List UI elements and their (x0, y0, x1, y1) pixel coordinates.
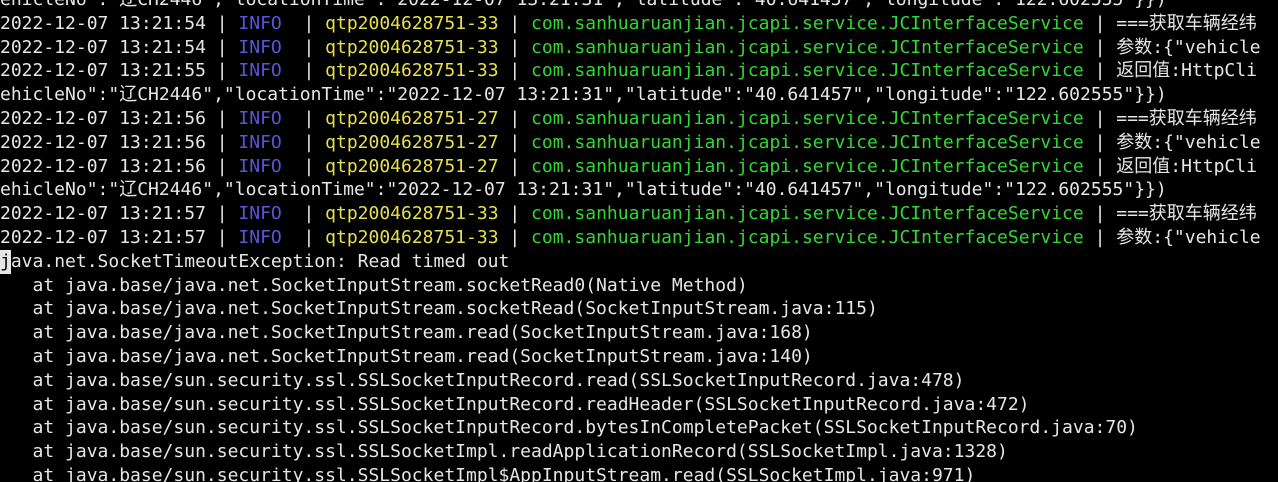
terminal-cursor: j (0, 249, 11, 274)
log-message: ===获取车辆经纬 (1116, 12, 1257, 34)
log-logger: com.sanhuaruanjian.jcapi.service.JCInter… (531, 60, 1084, 82)
stack-frame: at java.base/java.net.SocketInputStream.… (0, 322, 813, 344)
stack-frame: at java.base/sun.security.ssl.SSLSocketI… (0, 464, 976, 482)
log-logger: com.sanhuaruanjian.jcapi.service.JCInter… (531, 203, 1084, 225)
stack-frame: at java.base/java.net.SocketInputStream.… (0, 298, 878, 320)
log-logger: com.sanhuaruanjian.jcapi.service.JCInter… (531, 36, 1084, 58)
log-message: 参数:{"vehicle (1116, 131, 1261, 153)
terminal-line: ehicleNo":"辽CH2446","locationTime":"2022… (0, 0, 1278, 12)
stack-frame: at java.base/sun.security.ssl.SSLSocketI… (0, 393, 1030, 415)
log-thread: qtp2004628751-27 (325, 107, 499, 129)
log-thread: qtp2004628751-33 (325, 12, 499, 34)
log-level: INFO (238, 60, 282, 82)
stack-frame: at java.base/sun.security.ssl.SSLSocketI… (0, 417, 1138, 439)
log-timestamp: 2022-12-07 13:21:56 (0, 155, 206, 177)
log-thread: qtp2004628751-33 (325, 36, 499, 58)
log-line: 2022-12-07 13:21:55 | INFO | qtp20046287… (0, 60, 1257, 82)
log-level: INFO (238, 155, 282, 177)
stack-frame: at java.base/sun.security.ssl.SSLSocketI… (0, 441, 1008, 463)
log-message: 参数:{"vehicle (1116, 36, 1261, 58)
log-line: 2022-12-07 13:21:54 | INFO | qtp20046287… (0, 12, 1257, 34)
log-level: INFO (238, 36, 282, 58)
log-logger: com.sanhuaruanjian.jcapi.service.JCInter… (531, 107, 1084, 129)
log-line: 2022-12-07 13:21:57 | INFO | qtp20046287… (0, 226, 1261, 248)
log-message: 返回值:HttpCli (1116, 155, 1257, 177)
log-logger: com.sanhuaruanjian.jcapi.service.JCInter… (531, 226, 1084, 248)
log-line: 2022-12-07 13:21:56 | INFO | qtp20046287… (0, 131, 1261, 153)
exception-line: java.net.SocketTimeoutException: Read ti… (0, 249, 1278, 274)
log-thread: qtp2004628751-33 (325, 226, 499, 248)
log-line: 2022-12-07 13:21:54 | INFO | qtp20046287… (0, 36, 1261, 58)
terminal-line: ehicleNo":"辽CH2446","locationTime":"2022… (0, 84, 1167, 106)
log-message: 返回值:HttpCli (1116, 60, 1257, 82)
log-line: 2022-12-07 13:21:56 | INFO | qtp20046287… (0, 155, 1257, 177)
log-timestamp: 2022-12-07 13:21:56 (0, 107, 206, 129)
log-timestamp: 2022-12-07 13:21:57 (0, 226, 206, 248)
terminal-window[interactable]: ehicleNo":"辽CH2446","locationTime":"2022… (0, 0, 1278, 482)
log-line: 2022-12-07 13:21:57 | INFO | qtp20046287… (0, 203, 1257, 225)
log-level: INFO (238, 131, 282, 153)
log-logger: com.sanhuaruanjian.jcapi.service.JCInter… (531, 12, 1084, 34)
log-thread: qtp2004628751-27 (325, 131, 499, 153)
log-thread: qtp2004628751-33 (325, 203, 499, 225)
log-timestamp: 2022-12-07 13:21:54 (0, 12, 206, 34)
log-timestamp: 2022-12-07 13:21:57 (0, 203, 206, 225)
log-logger: com.sanhuaruanjian.jcapi.service.JCInter… (531, 155, 1084, 177)
log-timestamp: 2022-12-07 13:21:56 (0, 131, 206, 153)
terminal-output: ehicleNo":"辽CH2446","locationTime":"2022… (0, 0, 1278, 482)
log-timestamp: 2022-12-07 13:21:54 (0, 36, 206, 58)
log-thread: qtp2004628751-33 (325, 60, 499, 82)
log-level: INFO (238, 203, 282, 225)
log-level: INFO (238, 12, 282, 34)
exception-text: ava.net.SocketTimeoutException: Read tim… (10, 250, 510, 272)
terminal-line: ehicleNo":"辽CH2446","locationTime":"2022… (0, 179, 1167, 201)
stack-frame: at java.base/java.net.SocketInputStream.… (0, 345, 813, 367)
log-thread: qtp2004628751-27 (325, 155, 499, 177)
log-level: INFO (238, 107, 282, 129)
log-message: ===获取车辆经纬 (1116, 203, 1257, 225)
log-message: 参数:{"vehicle (1116, 226, 1261, 248)
log-level: INFO (238, 226, 282, 248)
log-line: 2022-12-07 13:21:56 | INFO | qtp20046287… (0, 107, 1257, 129)
log-message: ===获取车辆经纬 (1116, 107, 1257, 129)
log-logger: com.sanhuaruanjian.jcapi.service.JCInter… (531, 131, 1084, 153)
stack-frame: at java.base/java.net.SocketInputStream.… (0, 274, 748, 296)
stack-frame: at java.base/sun.security.ssl.SSLSocketI… (0, 369, 965, 391)
log-timestamp: 2022-12-07 13:21:55 (0, 60, 206, 82)
